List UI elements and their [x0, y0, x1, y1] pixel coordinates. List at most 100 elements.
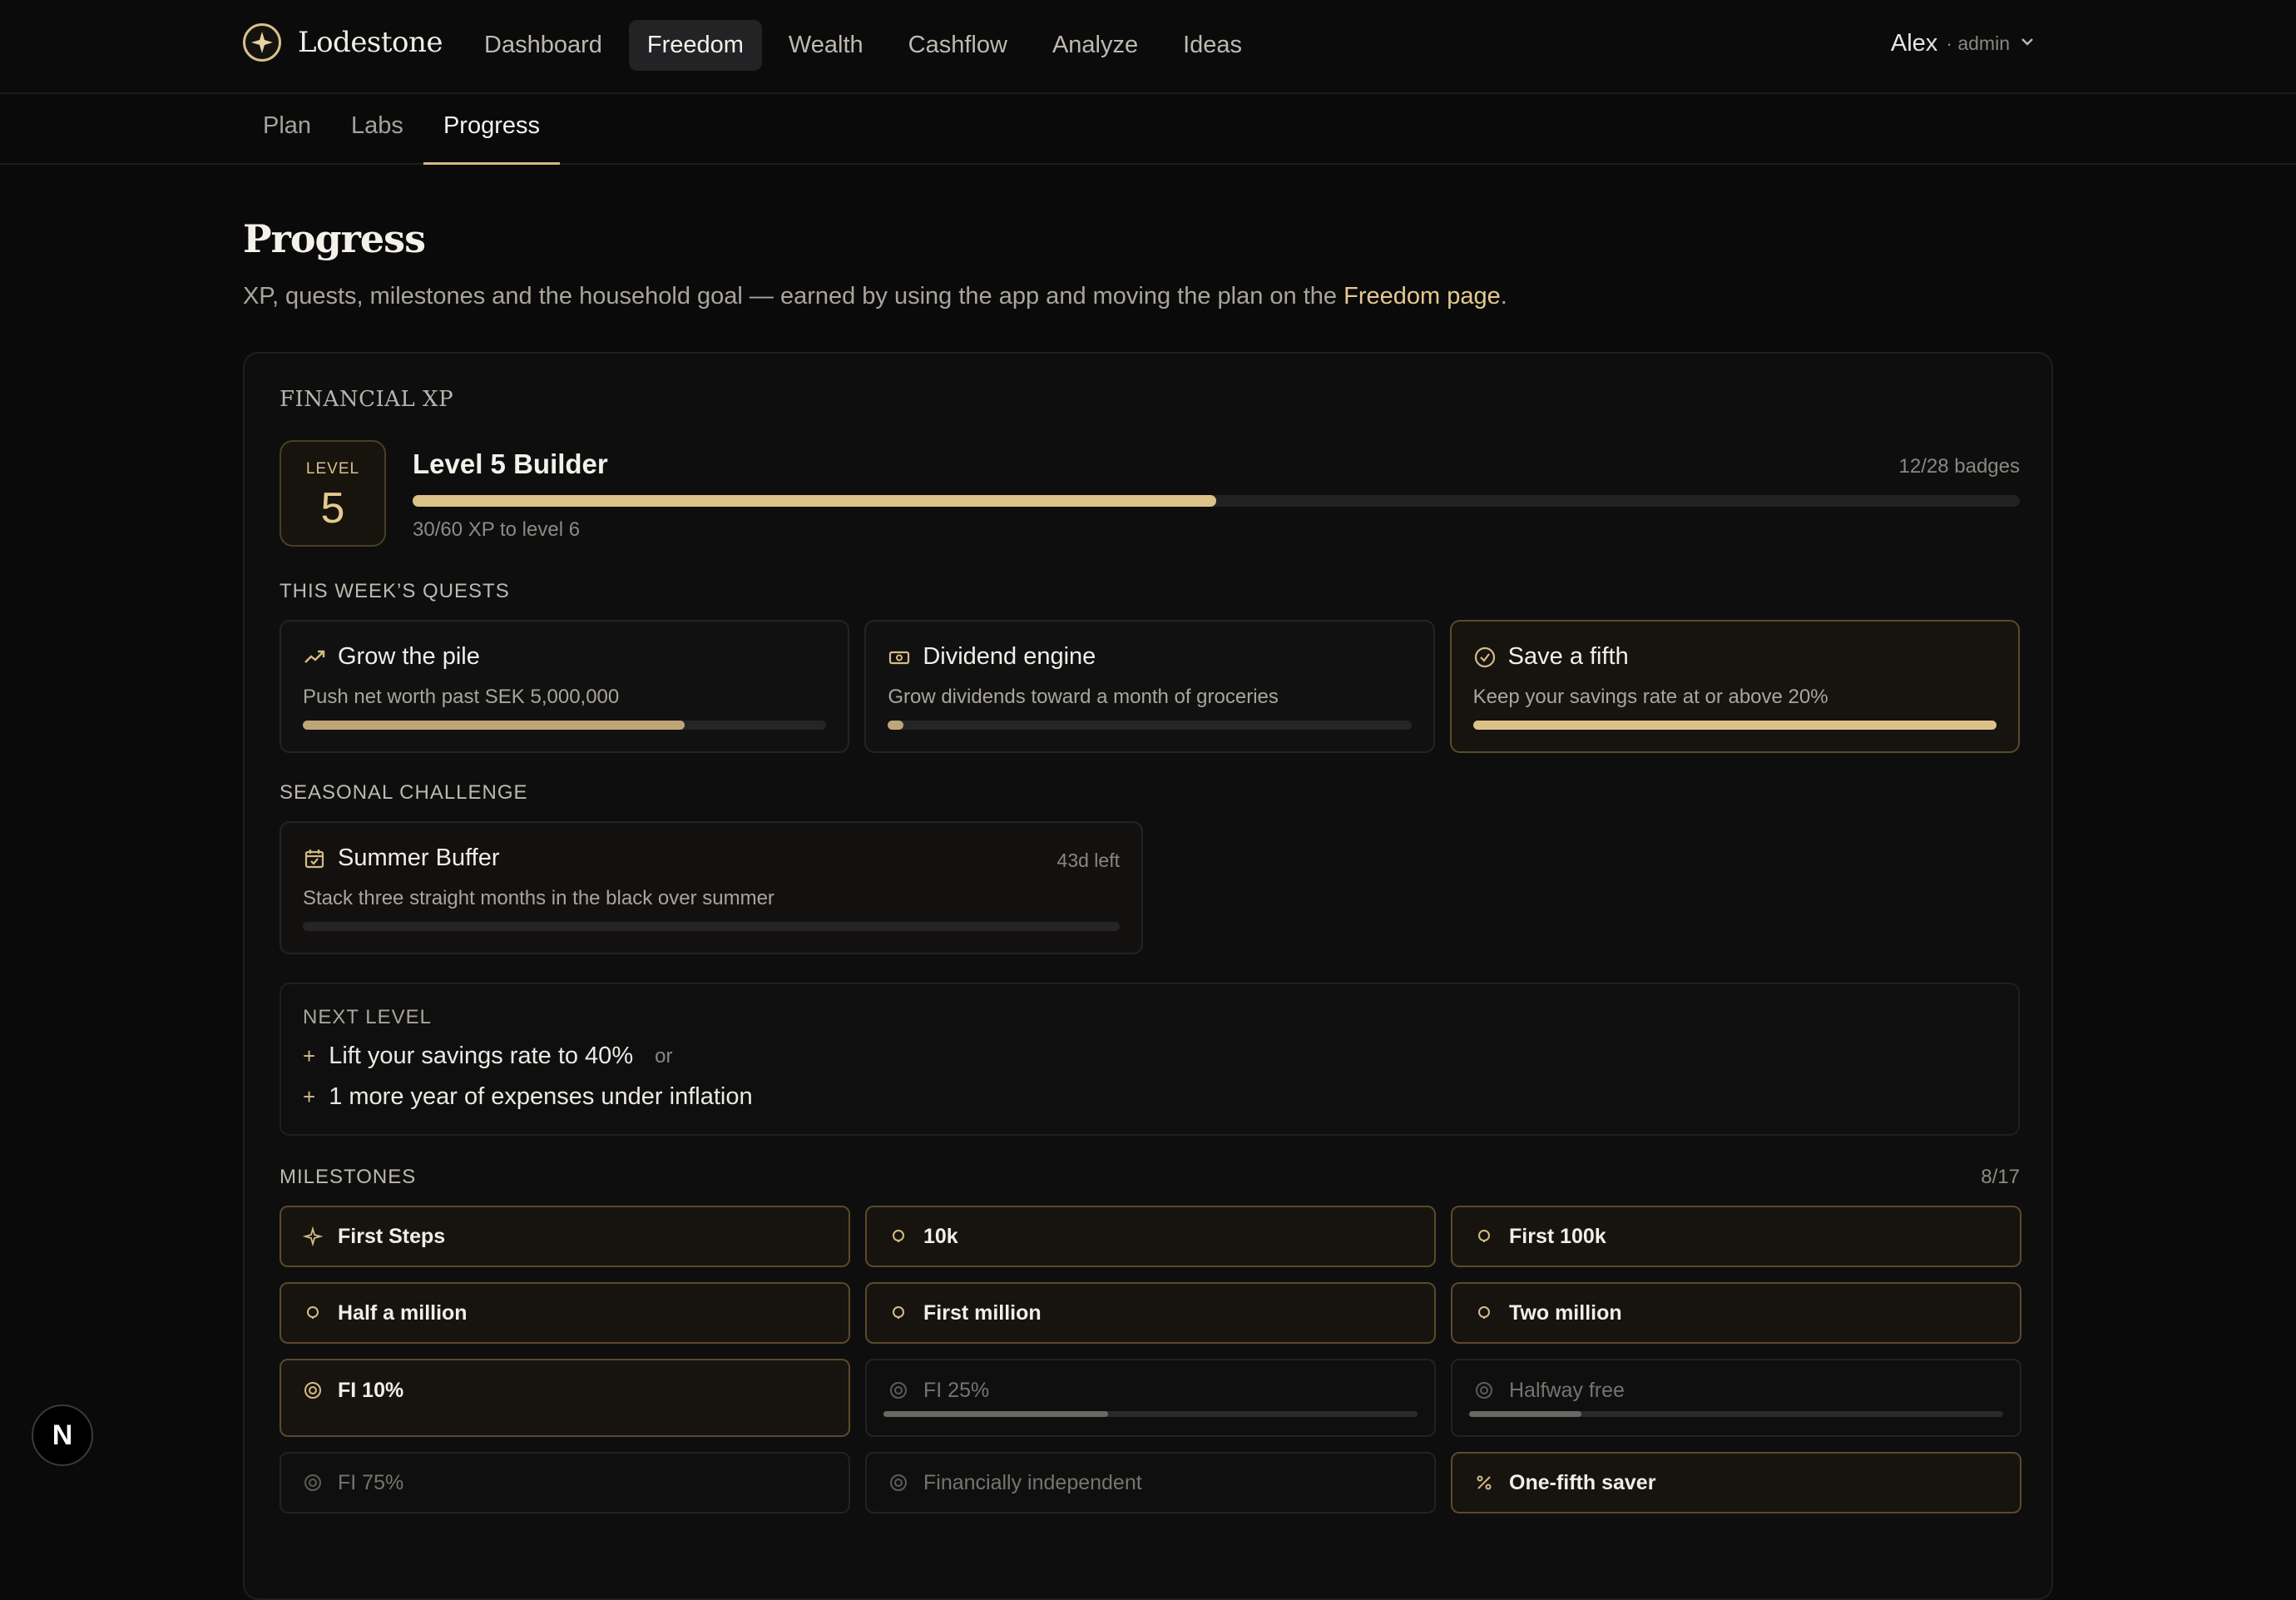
milestone-tile[interactable]: First million [865, 1282, 1436, 1344]
subtitle-suffix: . [1500, 283, 1507, 310]
tab-progress[interactable]: Progress [423, 94, 560, 165]
target-icon [1472, 1379, 1496, 1402]
milestone-tile[interactable]: First Steps [280, 1206, 850, 1267]
nav-freedom[interactable]: Freedom [628, 20, 762, 71]
tab-labs[interactable]: Labs [331, 94, 423, 165]
milestone-progress-bar [883, 1411, 1418, 1417]
seasonal-title: Summer Buffer [338, 845, 500, 871]
coin-icon [1472, 1225, 1496, 1248]
user-role: · admin [1946, 32, 2010, 54]
xp-progress-text: 30/60 XP to level 6 [413, 518, 581, 541]
nav-dashboard[interactable]: Dashboard [466, 20, 621, 71]
milestone-label: Two million [1509, 1300, 1622, 1325]
xp-progress-bar [413, 495, 2020, 507]
seasonal-label: SEASONAL CHALLENGE [280, 781, 528, 804]
quest-title: Grow the pile [338, 643, 480, 670]
milestone-tile[interactable]: FI 10% [280, 1359, 850, 1437]
milestone-progress-bar [1469, 1411, 2003, 1417]
app-logo[interactable]: Lodestone [243, 23, 443, 62]
check-circle-icon [1473, 646, 1497, 669]
page-title: Progress [243, 216, 426, 261]
nav-wealth[interactable]: Wealth [770, 20, 882, 71]
milestone-tile[interactable]: FI 75% [280, 1452, 850, 1513]
milestone-progress-fill [1469, 1411, 1581, 1417]
quest-card-completed[interactable]: Save a fifth Keep your savings rate at o… [1449, 620, 2020, 753]
milestone-label: Half a million [338, 1300, 468, 1325]
or-text: or [655, 1044, 673, 1067]
level-number: 5 [320, 484, 345, 533]
milestone-tile[interactable]: One-fifth saver [1451, 1452, 2021, 1513]
milestone-tile[interactable]: Two million [1451, 1282, 2021, 1344]
financial-xp-card: FINANCIAL XP LEVEL 5 Level 5 Builder 12/… [243, 352, 2053, 1600]
quests-label: THIS WEEK’S QUESTS [280, 580, 510, 602]
quest-progress-bar [1472, 721, 1997, 730]
milestone-tile[interactable]: Halfway free [1451, 1359, 2021, 1437]
trend-up-icon [303, 646, 326, 669]
milestone-label: One-fifth saver [1509, 1470, 1656, 1494]
quest-card[interactable]: Dividend engine Grow dividends toward a … [864, 620, 1435, 753]
user-name: Alex [1890, 30, 1938, 57]
top-bar: Lodestone Dashboard Freedom Wealth Cashf… [0, 0, 2296, 94]
page-subtitle: XP, quests, milestones and the household… [243, 283, 2053, 310]
quest-progress-bar [303, 721, 827, 730]
quest-title: Save a fifth [1507, 643, 1629, 670]
quest-card[interactable]: Grow the pile Push net worth past SEK 5,… [280, 620, 850, 753]
milestone-label: FI 10% [338, 1379, 404, 1402]
quest-progress-fill [888, 721, 904, 730]
seasonal-progress-bar [303, 922, 1120, 931]
quest-list: Grow the pile Push net worth past SEK 5,… [280, 620, 2020, 753]
coin-icon [301, 1301, 324, 1325]
nav-ideas[interactable]: Ideas [1165, 20, 1260, 71]
quest-progress-fill [1472, 721, 1997, 730]
quest-desc: Keep your savings rate at or above 20% [1472, 686, 1828, 708]
nav-cashflow[interactable]: Cashflow [890, 20, 1026, 71]
level-row: LEVEL 5 Level 5 Builder 12/28 badges 30/… [280, 440, 2020, 547]
quest-desc: Grow dividends toward a month of groceri… [888, 686, 1279, 708]
subtitle-text: XP, quests, milestones and the household… [243, 283, 1344, 310]
quest-progress-fill [303, 721, 685, 730]
quest-progress-bar [888, 721, 1412, 730]
next-level-text: Lift your savings rate to 40% [329, 1043, 634, 1069]
main-nav: Dashboard Freedom Wealth Cashflow Analyz… [466, 20, 1260, 71]
milestone-label: Financially independent [923, 1470, 1142, 1494]
next-level-item: + Lift your savings rate to 40% or [303, 1043, 1997, 1070]
calendar-check-icon [303, 847, 326, 870]
milestone-label: First Steps [338, 1224, 446, 1248]
milestone-tile[interactable]: First 100k [1451, 1206, 2021, 1267]
target-icon [887, 1471, 910, 1494]
coin-icon [887, 1301, 910, 1325]
milestone-tile[interactable]: FI 25% [865, 1359, 1436, 1437]
sub-nav: Plan Labs Progress [0, 94, 2296, 165]
chevron-down-icon [2018, 30, 2036, 57]
milestone-tile[interactable]: 10k [865, 1206, 1436, 1267]
level-name: Level 5 Builder [413, 448, 608, 479]
next-level-label: NEXT LEVEL [303, 1006, 432, 1028]
milestones-header: MILESTONES 8/17 [280, 1166, 2020, 1191]
target-icon [301, 1471, 324, 1494]
milestone-label: Halfway free [1509, 1379, 1625, 1402]
level-badge: LEVEL 5 [280, 440, 386, 547]
compass-star-icon [243, 23, 281, 62]
devtools-badge[interactable]: N [32, 1404, 93, 1466]
tab-plan[interactable]: Plan [243, 94, 331, 165]
user-menu[interactable]: Alex · admin [1891, 30, 2036, 57]
milestone-label: FI 75% [338, 1470, 404, 1494]
milestones-grid: First Steps 10k First 100k Half a million Fi… [280, 1206, 2021, 1513]
nav-analyze[interactable]: Analyze [1034, 20, 1156, 71]
next-level-text: 1 more year of expenses under inflation [329, 1083, 753, 1110]
milestone-tile[interactable]: Half a million [280, 1282, 850, 1344]
level-label: LEVEL [305, 460, 360, 478]
coin-icon [1472, 1301, 1496, 1325]
freedom-page-link[interactable]: Freedom page [1343, 283, 1501, 310]
app-name: Lodestone [298, 26, 443, 59]
plus-icon: + [303, 1084, 316, 1109]
target-icon [301, 1379, 324, 1402]
main-content: Progress XP, quests, milestones and the … [243, 165, 2053, 1600]
milestones-label: MILESTONES [280, 1166, 417, 1188]
days-left: 43d left [1056, 850, 1120, 871]
milestone-progress-fill [883, 1411, 1108, 1417]
milestone-label: First 100k [1509, 1224, 1606, 1248]
milestone-tile[interactable]: Financially independent [865, 1452, 1436, 1513]
seasonal-challenge-card[interactable]: Summer Buffer 43d left Stack three strai… [280, 821, 1143, 954]
next-level-item: +1 more year of expenses under inflation [303, 1083, 1997, 1111]
